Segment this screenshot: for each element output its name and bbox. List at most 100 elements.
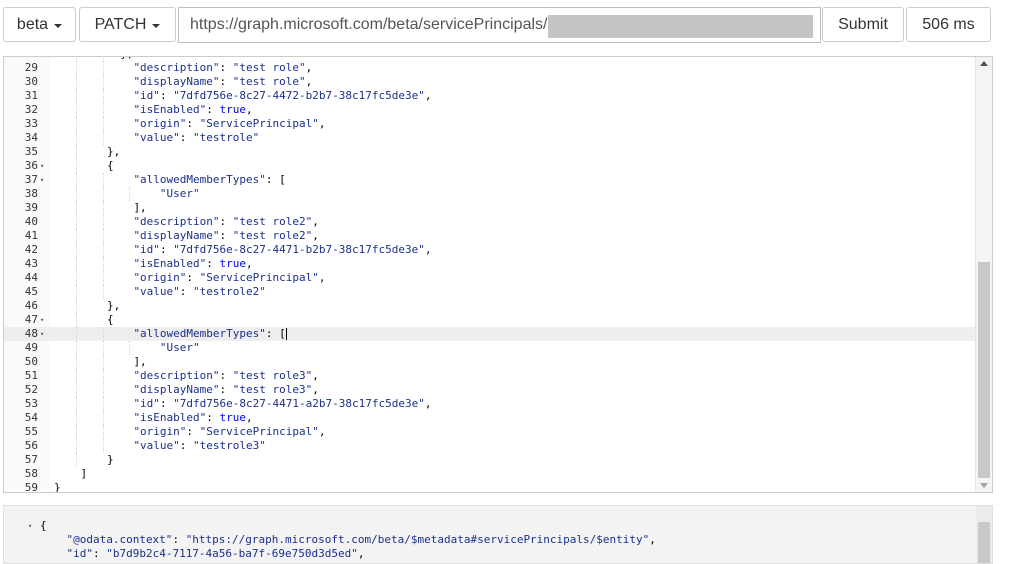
code-line[interactable]: 59} [4,481,976,493]
line-number: 29 [24,61,38,74]
code-text: } [54,481,61,493]
version-dropdown[interactable]: beta [3,7,76,42]
code-text: "id": "7dfd756e-8c27-4472-b2b7-38c17fc5d… [133,89,432,102]
line-number: 55 [24,425,38,438]
line-number: 47 [24,313,38,326]
indent-guide [102,61,104,75]
code-line[interactable]: 41 "displayName": "test role2", [4,229,976,243]
code-line[interactable]: 32 "isEnabled": true, [4,103,976,117]
code-line[interactable]: 47 ▾ { [4,313,976,327]
code-line[interactable]: 52 "displayName": "test role3", [4,383,976,397]
line-number: 54 [24,411,38,424]
code-text: "description": "test role2", [133,215,319,228]
indent-guide [129,341,131,355]
fold-toggle-icon[interactable]: ▾ [40,173,44,187]
indent-guide [129,187,131,201]
code-text: { [106,159,114,172]
code-text: "isEnabled": true, [133,103,253,116]
indent-guide [76,75,78,89]
fold-toggle-icon[interactable]: ▾ [40,159,44,173]
indent-guide [102,411,104,425]
code-line[interactable]: 42 "id": "7dfd756e-8c27-4471-b2b7-38c17fc… [4,243,976,257]
code-text: "value": "testrole2" [133,285,266,298]
code-line[interactable]: 55 "origin": "ServicePrincipal", [4,425,976,439]
code-line[interactable]: 37 ▾ "allowedMemberTypes": [ [4,173,976,187]
indent-guide [102,187,104,201]
indent-guide [76,201,78,215]
code-line[interactable]: 54 "isEnabled": true, [4,411,976,425]
fold-toggle-icon[interactable]: ▾ [28,519,32,533]
fold-toggle-icon[interactable]: ▾ [40,313,44,327]
code-text: "id": "7dfd756e-8c27-4471-a2b7-38c17fc5d… [133,397,432,410]
code-line[interactable]: 50], [4,355,976,369]
code-text: "isEnabled": true, [133,411,253,424]
line-number: 52 [24,383,38,396]
code-line[interactable]: 58] [4,467,976,481]
indent-guide [76,61,78,75]
indent-guide [76,439,78,453]
code-line[interactable]: 40 "description": "test role2", [4,215,976,229]
indent-guide [102,355,104,369]
indent-guide [76,145,78,159]
code-line[interactable]: 51 "description": "test role3", [4,369,976,383]
line-number: 57 [24,453,38,466]
code-line[interactable]: 34 "value": "testrole" [4,131,976,145]
code-line[interactable]: 31 "id": "7dfd756e-8c27-4472-b2b7-38c17fc… [4,89,976,103]
indent-guide [76,271,78,285]
indent-guide [102,397,104,411]
code-line[interactable]: 43 "isEnabled": true, [4,257,976,271]
code-line[interactable]: 48 ▾ "allowedMemberTypes": [ [4,327,976,341]
code-line[interactable]: 53 "id": "7dfd756e-8c27-4471-a2b7-38c17fc… [4,397,976,411]
line-number: 45 [24,285,38,298]
code-line[interactable]: 57} [4,453,976,467]
indent-guide [102,89,104,103]
code-line[interactable]: 30 "displayName": "test role", [4,75,976,89]
scrollbar-thumb[interactable] [978,262,990,478]
indent-guide [102,173,104,187]
code-line[interactable]: 44 "origin": "ServicePrincipal", [4,271,976,285]
line-number: 53 [24,397,38,410]
code-text: }, [106,145,121,158]
indent-guide [102,383,104,397]
indent-guide [102,215,104,229]
scroll-up-arrow-icon[interactable] [980,61,988,66]
code-line[interactable]: 49 "User" [4,341,976,355]
indent-guide [76,243,78,257]
code-line[interactable]: 29 "description": "test role", [4,61,976,75]
response-text: "@odata.context": "https://graph.microso… [66,533,656,546]
submit-label: Submit [838,15,888,33]
line-number: 32 [24,103,38,116]
code-line[interactable]: 46}, [4,299,976,313]
request-body-code: 28},29"description": "test role",30"disp… [4,57,976,493]
line-number: 37 [24,173,38,186]
method-dropdown[interactable]: PATCH [79,7,176,42]
code-line[interactable]: 38 "User" [4,187,976,201]
code-text: "origin": "ServicePrincipal", [133,425,326,438]
fold-toggle-icon[interactable]: ▾ [40,327,44,341]
submit-button[interactable]: Submit [822,7,904,42]
code-line[interactable]: 35}, [4,145,976,159]
request-editor-scrollbar[interactable] [975,57,992,492]
code-text: ] [80,467,88,480]
line-number: 50 [24,355,38,368]
code-text: "origin": "ServicePrincipal", [133,117,326,130]
response-scrollbar[interactable] [976,506,992,563]
response-text: { [40,519,47,532]
request-body-editor[interactable]: 28},29"description": "test role",30"disp… [3,56,993,493]
code-text: } [106,453,114,466]
scroll-down-arrow-icon[interactable] [980,483,988,488]
code-line[interactable]: 36 ▾ { [4,159,976,173]
code-line[interactable]: 39], [4,201,976,215]
indent-guide [76,103,78,117]
scrollbar-thumb[interactable] [978,522,990,563]
line-number: 35 [24,145,38,158]
code-line[interactable]: 45 "value": "testrole2" [4,285,976,299]
code-line[interactable]: 33 "origin": "ServicePrincipal", [4,117,976,131]
indent-guide [102,229,104,243]
response-viewer[interactable]: ▾ { "@odata.context": "https://graph.micro… [3,505,993,564]
code-text: }, [106,299,121,312]
line-number: 30 [24,75,38,88]
indent-guide [76,355,78,369]
code-text: "User" [159,187,200,200]
code-line[interactable]: 56 "value": "testrole3" [4,439,976,453]
